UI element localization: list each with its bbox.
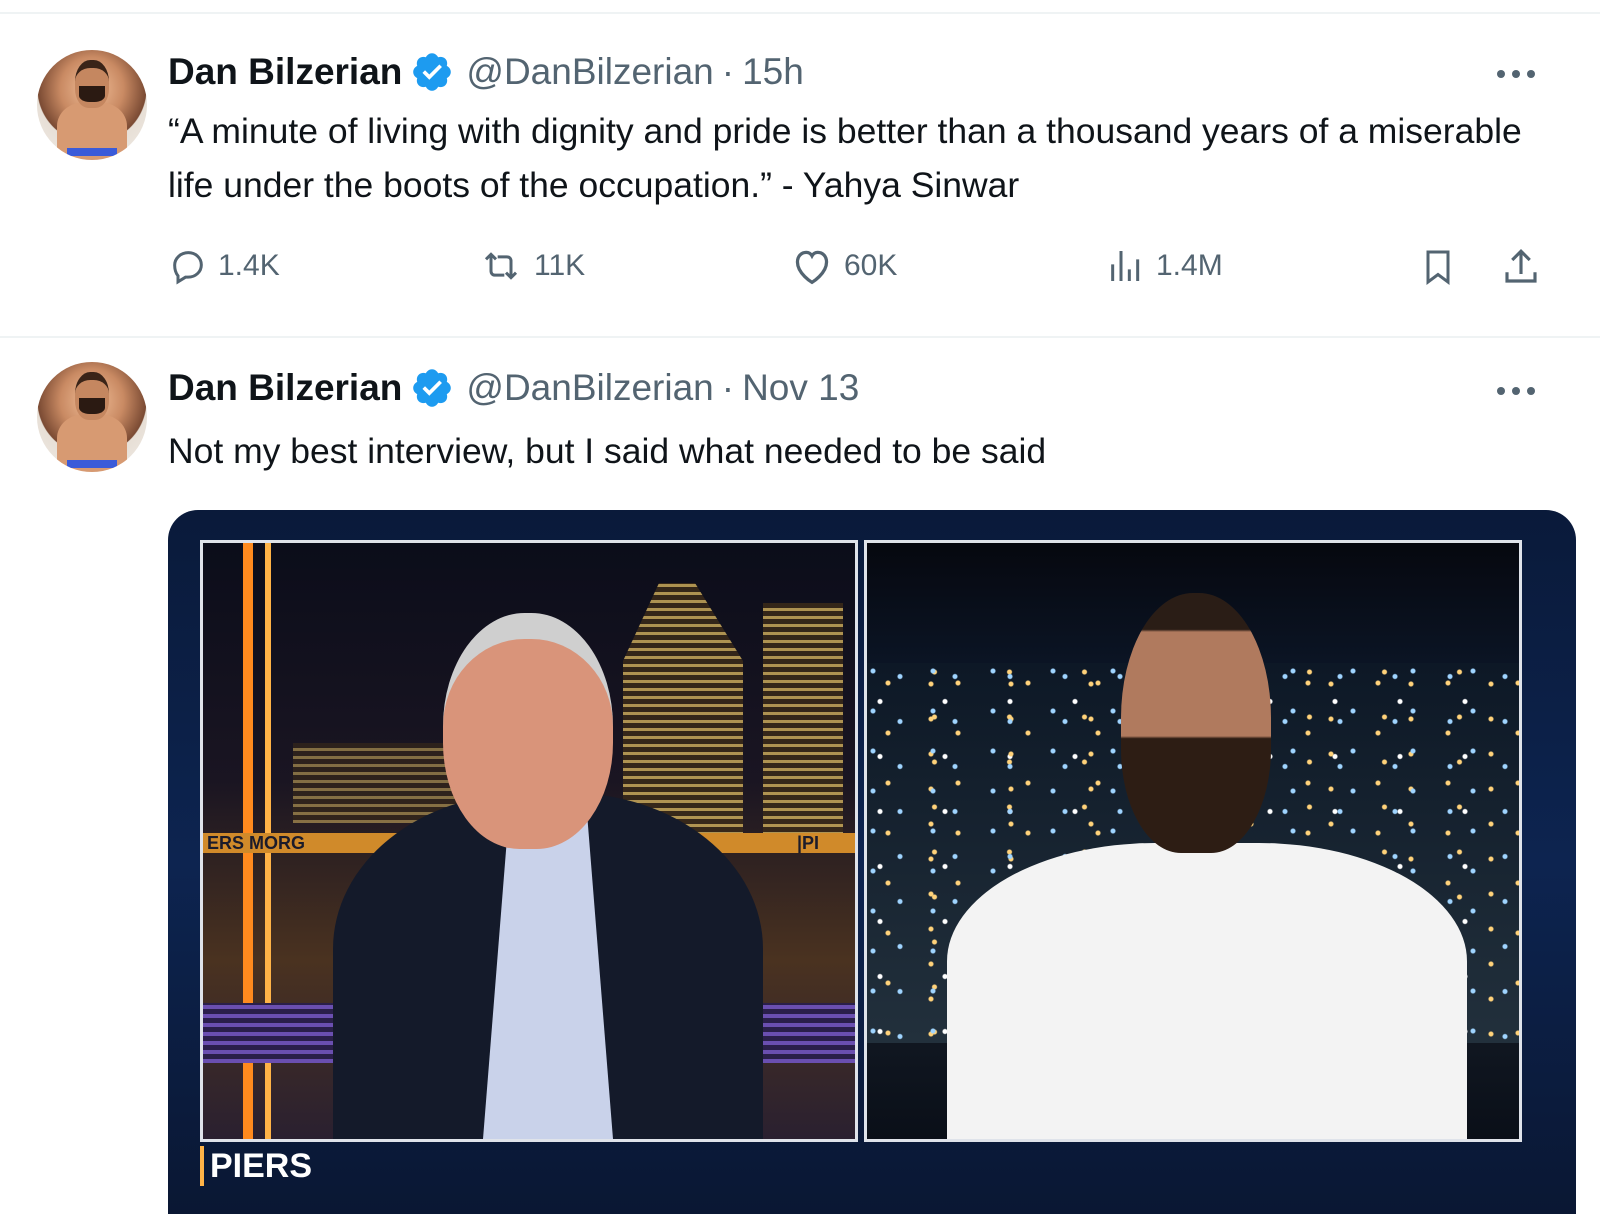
reply-button[interactable]: 1.4K — [168, 246, 280, 286]
guest-figure — [947, 843, 1467, 1139]
tweet-text: Not my best interview, but I said what n… — [168, 431, 1047, 471]
video-thumbnail[interactable]: ERS MORG |PI PIERS — [168, 510, 1576, 1214]
like-button[interactable]: 60K — [790, 246, 897, 286]
author-handle[interactable]: @DanBilzerian — [466, 50, 713, 94]
reply-count: 1.4K — [218, 249, 280, 282]
tweet-actions: 1.4K 11K 60K 1.4M — [168, 246, 1568, 296]
views-button[interactable]: 1.4M — [1106, 246, 1223, 286]
more-horizontal-icon[interactable] — [1494, 67, 1538, 81]
tweet-header: Dan Bilzerian @DanBilzerian · 15h — [168, 50, 804, 94]
author-handle[interactable]: @DanBilzerian — [466, 366, 713, 410]
views-count: 1.4M — [1156, 249, 1223, 282]
verified-badge-icon — [413, 369, 452, 407]
tweet[interactable]: Dan Bilzerian @DanBilzerian · 15h “A min… — [0, 14, 1600, 336]
studio-band-text-right: |PI — [797, 833, 820, 853]
views-chart-icon — [1111, 251, 1140, 281]
bookmark-icon — [1426, 250, 1450, 285]
repost-button[interactable]: 11K — [478, 246, 585, 286]
separator: · — [721, 367, 735, 408]
verified-badge-icon — [413, 53, 452, 91]
like-count: 60K — [844, 249, 898, 282]
author-name[interactable]: Dan Bilzerian — [168, 366, 402, 410]
share-button[interactable] — [1500, 246, 1552, 288]
timeline-feed: Dan Bilzerian @DanBilzerian · 15h “A min… — [0, 0, 1600, 1214]
timestamp[interactable]: 15h — [742, 50, 804, 94]
avatar[interactable] — [37, 50, 147, 160]
more-horizontal-icon[interactable] — [1494, 384, 1538, 398]
share-icon — [1505, 249, 1537, 283]
guest-head — [1121, 593, 1271, 853]
heart-icon — [795, 250, 829, 285]
avatar[interactable] — [37, 362, 147, 472]
separator: · — [721, 51, 735, 92]
tweet-header: Dan Bilzerian @DanBilzerian · Nov 13 — [168, 366, 859, 410]
video-panel-host: ERS MORG |PI — [200, 540, 858, 1142]
author-name[interactable]: Dan Bilzerian — [168, 50, 402, 94]
tweet-text: “A minute of living with dignity and pri… — [168, 111, 1522, 205]
lower-third-title: PIERS — [200, 1146, 312, 1186]
video-panel-guest — [864, 540, 1522, 1142]
reply-icon — [173, 251, 203, 285]
bookmark-button[interactable] — [1418, 246, 1468, 288]
studio-band-text: ERS MORG — [207, 833, 306, 853]
tweet[interactable]: Dan Bilzerian @DanBilzerian · Nov 13 Not… — [0, 338, 1600, 1214]
repost-count: 11K — [534, 249, 586, 282]
repost-icon — [484, 252, 518, 280]
host-head — [443, 613, 613, 849]
timestamp[interactable]: Nov 13 — [742, 366, 859, 410]
